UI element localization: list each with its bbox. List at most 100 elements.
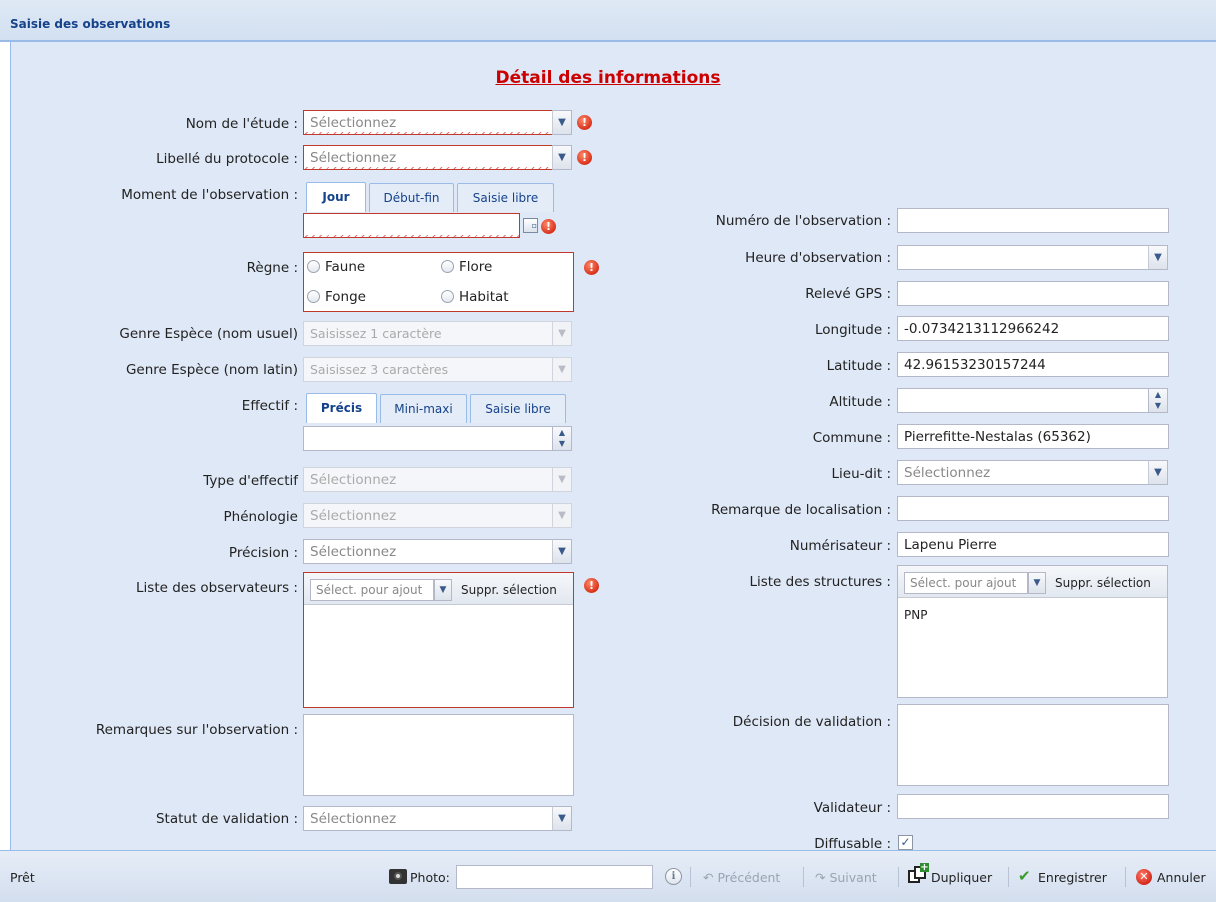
radio-flore[interactable]: Flore [441, 259, 492, 275]
longitude-label: Longitude : [815, 322, 891, 338]
genre-latin-dropdown-trigger[interactable]: ▼ [552, 357, 572, 382]
previous-button[interactable]: ↶ Précédent [703, 870, 780, 885]
structures-listbox[interactable]: Sélect. pour ajout ▼ Suppr. sélection PN… [897, 565, 1168, 698]
form-heading: Détail des informations [495, 68, 721, 88]
numero-field[interactable] [897, 208, 1169, 233]
tab-jour[interactable]: Jour [306, 182, 366, 212]
effectif-spinner[interactable]: ▲ ▼ [552, 426, 572, 451]
separator [1008, 867, 1009, 887]
chevron-down-icon: ▼ [558, 510, 566, 521]
chevron-down-icon: ▼ [1154, 252, 1162, 263]
precision-dropdown-trigger[interactable]: ▼ [552, 539, 572, 564]
chevron-up-icon: ▲ [558, 428, 566, 437]
radio-fonge[interactable]: Fonge [307, 289, 366, 305]
structures-select[interactable]: Sélect. pour ajout [904, 572, 1028, 594]
remarques-textarea[interactable] [303, 714, 574, 796]
radio-habitat[interactable]: Habitat [441, 289, 509, 305]
status-text: Prêt [10, 870, 35, 885]
radio-faune[interactable]: Faune [307, 259, 365, 275]
chevron-down-icon: ▼ [558, 439, 566, 448]
releve-gps-field[interactable] [897, 281, 1169, 306]
statut-validation-dropdown-trigger[interactable]: ▼ [552, 806, 572, 831]
type-effectif-combo[interactable]: Sélectionnez [303, 467, 553, 492]
chevron-down-icon: ▼ [558, 546, 566, 557]
lieu-dit-dropdown-trigger[interactable]: ▼ [1148, 460, 1168, 485]
next-button[interactable]: ↷ Suivant [815, 870, 877, 885]
statut-validation-combo[interactable]: Sélectionnez [303, 806, 553, 831]
genre-usuel-dropdown-trigger[interactable]: ▼ [552, 321, 572, 346]
nom-etude-label: Nom de l'étude : [185, 116, 298, 132]
list-item[interactable]: PNP [904, 608, 927, 622]
observateurs-select[interactable]: Sélect. pour ajout [310, 579, 434, 601]
numerisateur-field[interactable]: Lapenu Pierre [897, 532, 1169, 557]
remarque-localisation-field[interactable] [897, 496, 1169, 521]
altitude-field[interactable] [897, 388, 1149, 413]
radio-button-icon [307, 290, 320, 303]
date-field[interactable] [303, 213, 520, 238]
numerisateur-label: Numérisateur : [789, 538, 891, 554]
chevron-down-icon: ▼ [558, 813, 566, 824]
type-effectif-dropdown-trigger[interactable]: ▼ [552, 467, 572, 492]
decision-validation-textarea[interactable] [897, 704, 1169, 786]
chevron-down-icon: ▼ [558, 364, 566, 375]
window-title-bar: Saisie des observations [0, 0, 1216, 42]
validateur-field[interactable] [897, 794, 1169, 819]
tab-mini-maxi[interactable]: Mini-maxi [380, 394, 467, 423]
phenologie-label: Phénologie [223, 509, 298, 525]
nom-etude-combo[interactable]: Sélectionnez [303, 110, 553, 135]
window-title: Saisie des observations [10, 17, 171, 31]
previous-label: Précédent [717, 870, 781, 885]
redo-arrow-icon: ↷ [815, 870, 830, 885]
cancel-button[interactable]: Annuler [1157, 870, 1206, 885]
observateurs-remove-button[interactable]: Suppr. sélection [461, 583, 557, 597]
observateurs-listbox[interactable]: Sélect. pour ajout ▼ Suppr. sélection [303, 572, 574, 708]
phenologie-dropdown-trigger[interactable]: ▼ [552, 503, 572, 528]
tab-saisie-libre[interactable]: Saisie libre [457, 183, 554, 212]
info-icon[interactable]: i [665, 868, 682, 885]
radio-faune-label: Faune [325, 259, 366, 275]
observateurs-dropdown-trigger[interactable]: ▼ [434, 579, 452, 601]
latitude-field[interactable]: 42.96153230157244 [897, 352, 1169, 377]
structures-remove-button[interactable]: Suppr. sélection [1055, 576, 1151, 590]
separator [1125, 867, 1126, 887]
radio-button-icon [441, 290, 454, 303]
save-button[interactable]: Enregistrer [1038, 870, 1107, 885]
error-icon: ! [541, 219, 556, 234]
tab-precis[interactable]: Précis [306, 393, 377, 423]
commune-field[interactable]: Pierrefitte-Nestalas (65362) [897, 424, 1169, 449]
altitude-spinner[interactable]: ▲ ▼ [1148, 388, 1168, 413]
genre-usuel-combo[interactable]: Saisissez 1 caractère [303, 321, 553, 346]
chevron-down-icon: ▼ [439, 585, 447, 595]
calendar-icon[interactable]: ▫ [523, 218, 538, 233]
longitude-field[interactable]: -0.0734213112966242 [897, 316, 1169, 341]
numero-label: Numéro de l'observation : [715, 213, 891, 229]
chevron-down-icon: ▼ [1154, 467, 1162, 478]
genre-latin-combo[interactable]: Saisissez 3 caractères [303, 357, 553, 382]
radio-habitat-label: Habitat [459, 289, 509, 305]
nom-etude-dropdown-trigger[interactable]: ▼ [552, 110, 572, 135]
decision-validation-label: Décision de validation : [732, 714, 891, 730]
remarques-label: Remarques sur l'observation : [95, 722, 298, 738]
precision-combo[interactable]: Sélectionnez [303, 539, 553, 564]
protocole-combo[interactable]: Sélectionnez [303, 145, 553, 170]
chevron-down-icon: ▼ [558, 328, 566, 339]
tab-debut-fin[interactable]: Début-fin [369, 183, 454, 212]
genre-usuel-label: Genre Espèce (nom usuel) [119, 326, 298, 342]
structures-dropdown-trigger[interactable]: ▼ [1028, 572, 1046, 594]
photo-field[interactable] [456, 865, 653, 889]
heure-dropdown-trigger[interactable]: ▼ [1148, 245, 1168, 270]
observateurs-toolbar: Sélect. pour ajout ▼ Suppr. sélection [304, 573, 573, 605]
duplicate-button[interactable]: Dupliquer [931, 870, 992, 885]
phenologie-combo[interactable]: Sélectionnez [303, 503, 553, 528]
camera-icon [389, 869, 407, 884]
tab-saisie-libre-effectif[interactable]: Saisie libre [470, 394, 566, 423]
commune-label: Commune : [812, 430, 891, 446]
duplicate-icon: + [908, 863, 929, 885]
effectif-field[interactable] [303, 426, 553, 451]
lieu-dit-combo[interactable]: Sélectionnez [897, 460, 1149, 485]
remarque-localisation-label: Remarque de localisation : [711, 502, 891, 518]
protocole-dropdown-trigger[interactable]: ▼ [552, 145, 572, 170]
heure-combo[interactable] [897, 245, 1149, 270]
chevron-up-icon: ▲ [1154, 390, 1162, 399]
diffusable-checkbox[interactable]: ✓ [898, 835, 913, 850]
